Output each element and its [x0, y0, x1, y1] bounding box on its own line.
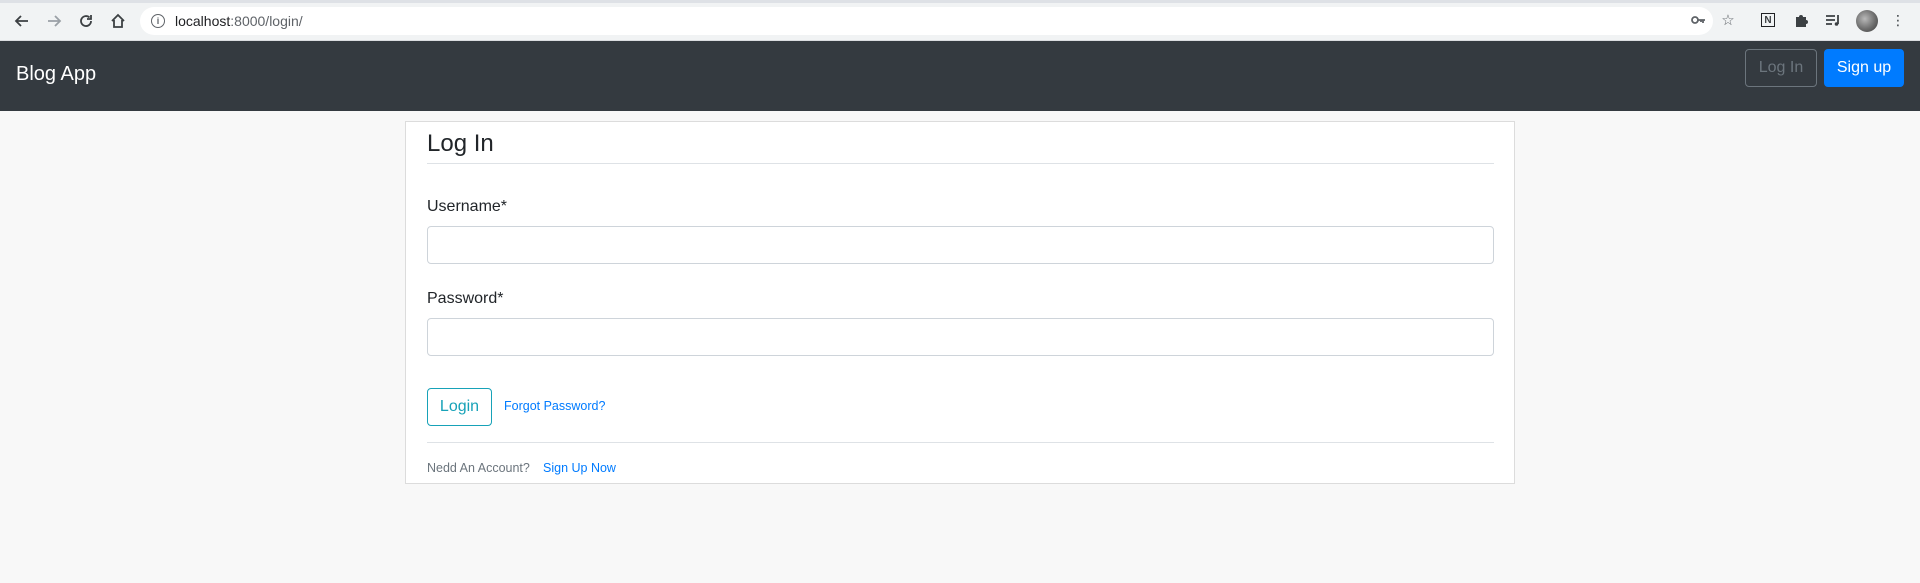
forward-icon[interactable]	[42, 9, 66, 33]
username-input[interactable]	[427, 226, 1494, 264]
title-divider	[427, 163, 1494, 164]
login-submit-button[interactable]: Login	[427, 388, 492, 426]
menu-icon[interactable]: ⋮	[1888, 10, 1908, 30]
brand-link[interactable]: Blog App	[16, 63, 96, 86]
home-icon[interactable]	[106, 9, 130, 33]
url-host: localhost	[175, 13, 231, 29]
signup-now-link[interactable]: Sign Up Now	[543, 461, 616, 475]
navbar: Blog App Log In Sign up	[0, 41, 1920, 111]
navbar-signup-button[interactable]: Sign up	[1824, 49, 1904, 87]
login-card: Log In Username* Password* Login Forgot …	[405, 121, 1515, 484]
url-path: :8000/login/	[230, 13, 303, 29]
media-icon[interactable]	[1823, 10, 1843, 30]
browser-toolbar: i localhost:8000/login/ ☆ N ⋮	[0, 0, 1920, 41]
address-bar[interactable]: i localhost:8000/login/	[140, 7, 1713, 35]
forgot-password-link[interactable]: Forgot Password?	[504, 399, 605, 413]
notion-icon[interactable]: N	[1758, 10, 1778, 30]
password-label: Password*	[427, 290, 504, 307]
star-icon[interactable]: ☆	[1717, 9, 1739, 31]
tab-strip	[0, 0, 1920, 3]
back-icon[interactable]	[10, 9, 34, 33]
key-icon[interactable]	[1687, 9, 1709, 31]
url-text: localhost:8000/login/	[175, 13, 303, 29]
reload-icon[interactable]	[74, 9, 98, 33]
profile-avatar[interactable]	[1856, 10, 1878, 32]
password-input[interactable]	[427, 318, 1494, 356]
puzzle-icon[interactable]	[1791, 10, 1811, 30]
footer-divider	[427, 442, 1494, 443]
navbar-login-button[interactable]: Log In	[1745, 49, 1817, 87]
need-account-text: Nedd An Account?	[427, 461, 530, 475]
username-label: Username*	[427, 198, 508, 215]
page-title: Log In	[427, 130, 494, 157]
site-info-icon[interactable]: i	[151, 14, 165, 28]
